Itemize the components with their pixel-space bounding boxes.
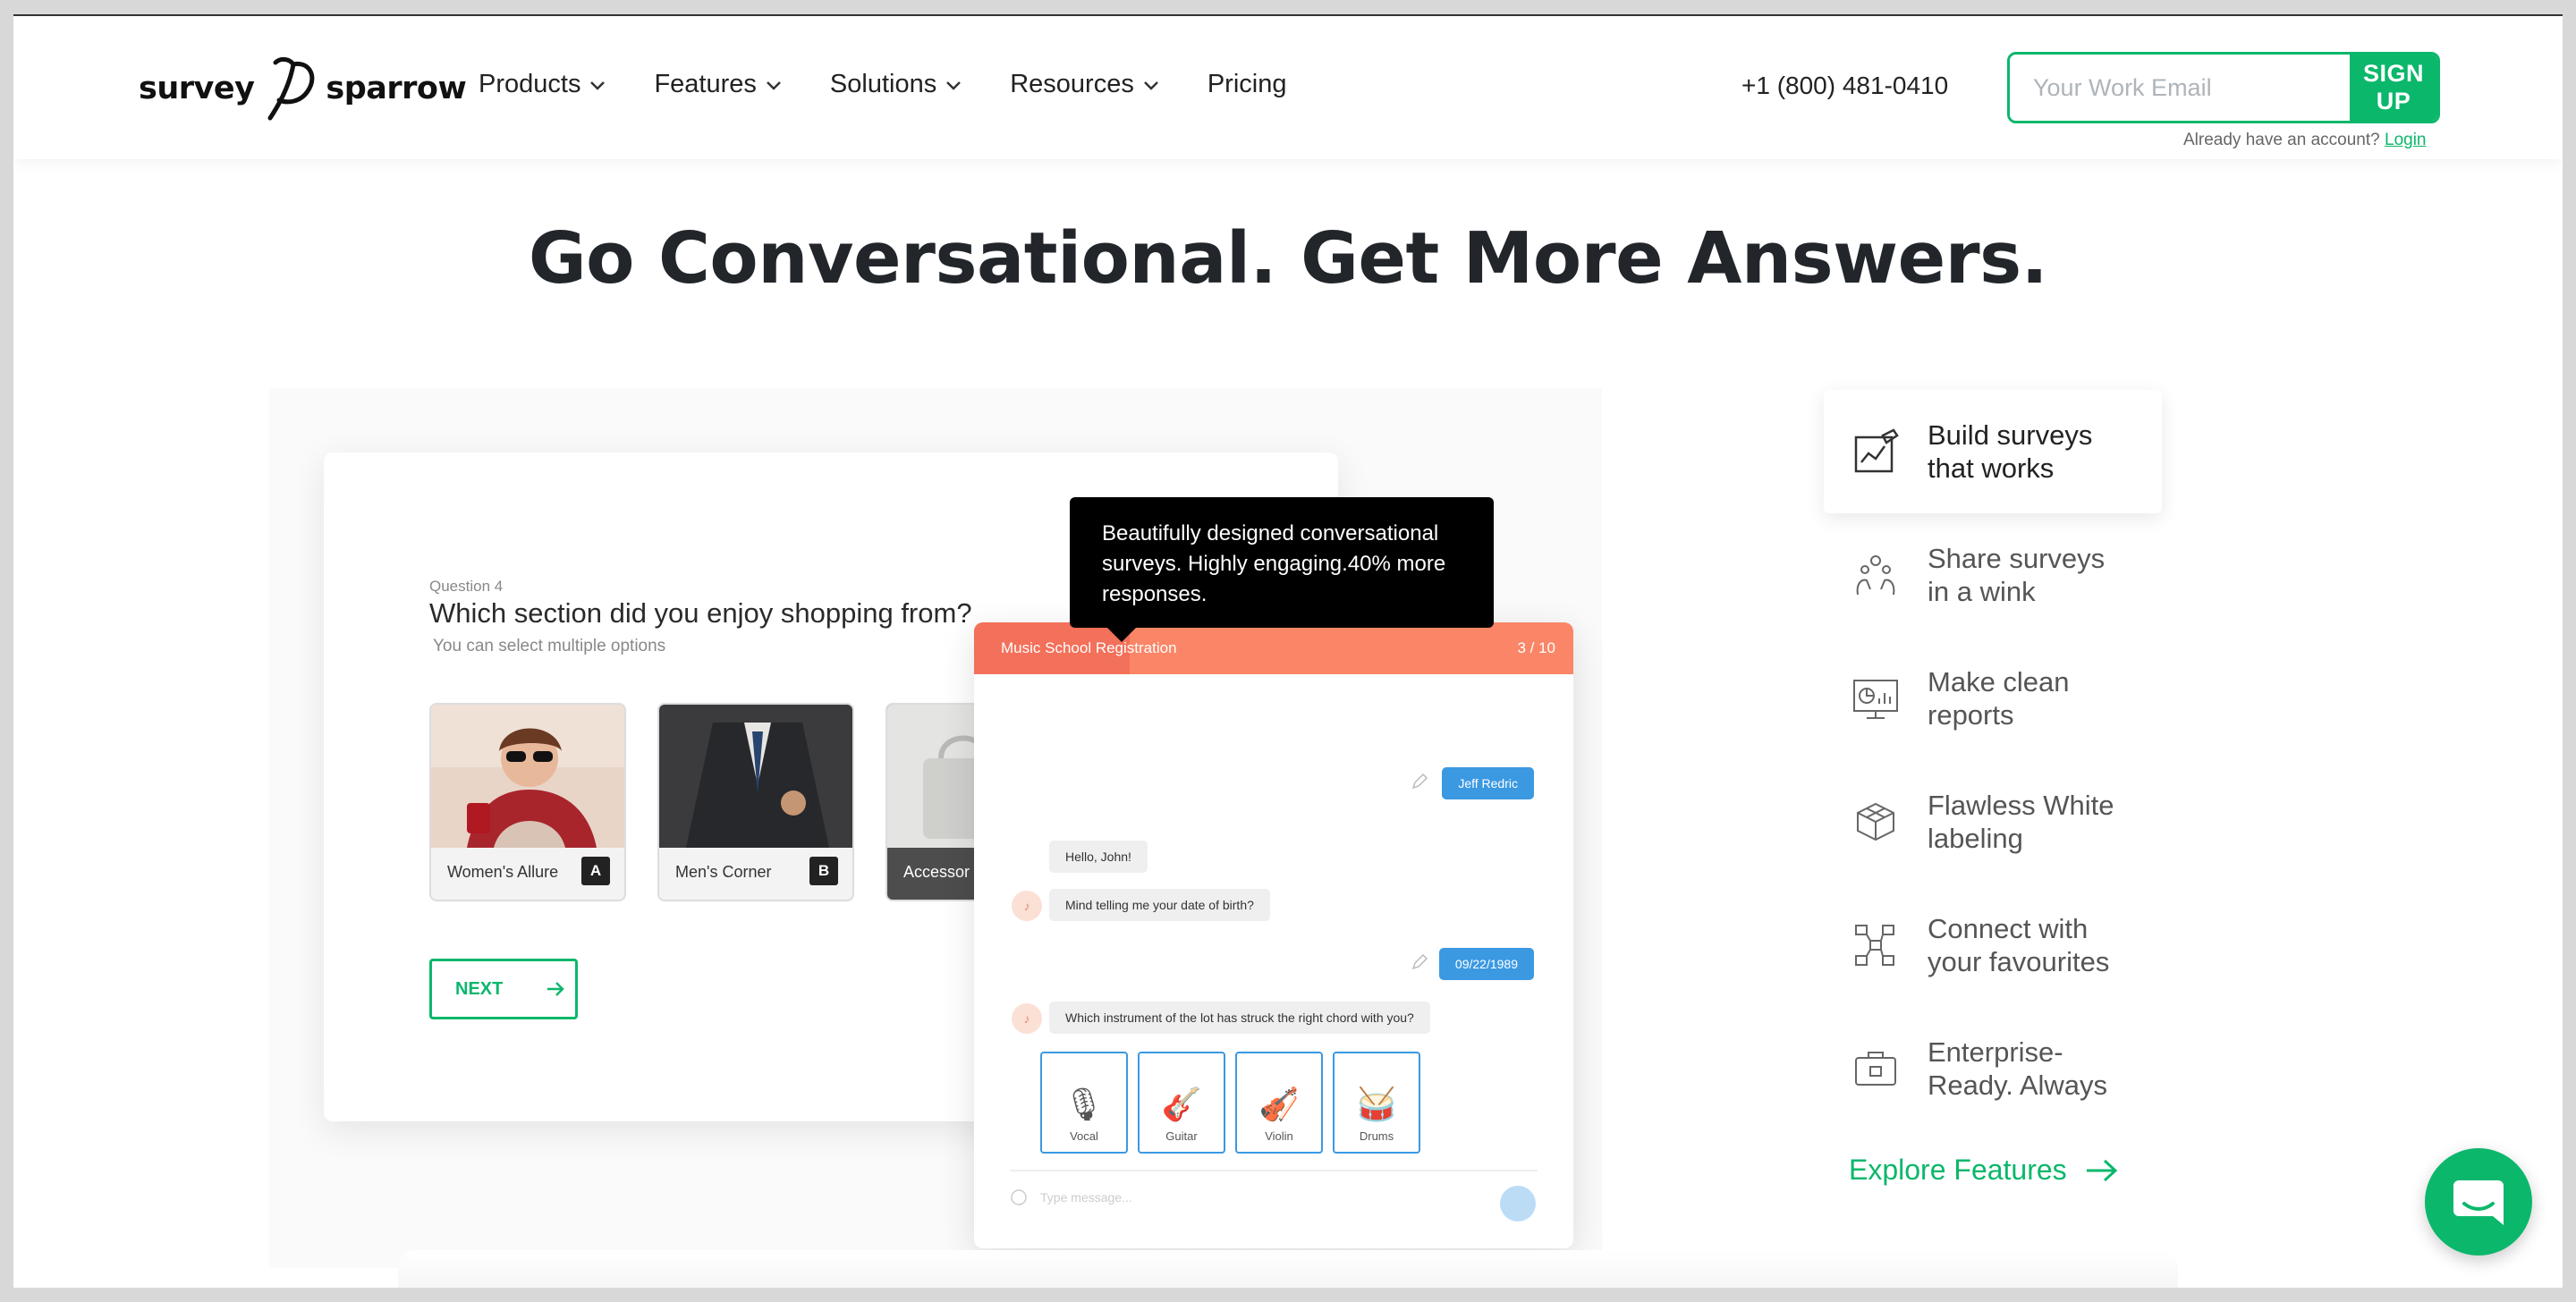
nav-resources-label: Resources [1010,70,1134,98]
violin-icon: 🎻 [1258,1086,1300,1122]
nav-solutions[interactable]: Solutions [830,70,962,99]
next-button[interactable]: NEXT [429,959,578,1019]
feature-share-surveys[interactable]: Share surveys in a wink [1824,513,2162,637]
bot-avatar-icon: ♪ [1012,891,1042,921]
emoji-icon[interactable] [1010,1188,1028,1206]
cube-icon [1857,802,1894,841]
instrument-option-drums[interactable]: 🥁 Drums [1333,1052,1420,1154]
choice-womens-allure[interactable]: Women's Allure A [429,703,626,901]
feature-label: Enterprise- Ready. Always [1928,1036,2108,1101]
chevron-down-icon [1143,80,1158,90]
choice-label: Women's Allure [447,863,559,881]
feature-label: Flawless White labeling [1928,790,2114,854]
drum-icon: 🥁 [1356,1086,1397,1122]
already-text: Already have an account? [2183,131,2380,149]
briefcase-icon [1855,1052,1896,1086]
instrument-label: Drums [1359,1129,1394,1143]
chat-message-user: 09/22/1989 [1438,948,1534,980]
men-photo [659,705,852,848]
share-icon [1856,555,1895,596]
next-section-edge [398,1250,2178,1288]
feature-label: Build surveys that works [1928,419,2093,484]
feature-build-surveys[interactable]: Build surveys that works [1824,390,2162,513]
women-photo [431,705,624,848]
feature-white-labeling[interactable]: Flawless White labeling [1824,760,2162,884]
main-menu: Products Features Solutions Resources Pr… [479,70,1287,99]
feature-label: Make clean reports [1928,666,2070,731]
instrument-option-vocal[interactable]: 🎙 Vocal [1040,1052,1128,1154]
nav-features-label: Features [654,70,757,98]
hero-title: Go Conversational. Get More Answers. [528,217,2048,300]
instrument-option-violin[interactable]: 🎻 Violin [1235,1052,1323,1154]
chat-survey-preview: Music School Registration 3 / 10 Jeff Re… [974,622,1573,1248]
chat-input-bar[interactable]: Type message... [1010,1170,1538,1223]
edit-icon[interactable] [1411,953,1428,971]
chat-header: Music School Registration 3 / 10 [974,622,1573,674]
bot-avatar-icon: ♪ [1012,1003,1042,1034]
nav-resources[interactable]: Resources [1010,70,1159,99]
report-icon [1853,680,1898,719]
login-prompt: Already have an account? Login [2183,131,2427,150]
edit-icon[interactable] [1411,773,1428,790]
feature-make-reports[interactable]: Make clean reports [1824,637,2162,760]
instrument-label: Guitar [1165,1129,1198,1143]
choice-label: Accessor [903,863,970,881]
choice-key: B [809,857,838,885]
chat-title: Music School Registration [1001,639,1177,656]
explore-label: Explore Features [1849,1154,2067,1186]
build-icon [1854,428,1899,473]
work-email-input[interactable] [2010,55,2350,121]
feature-enterprise[interactable]: Enterprise- Ready. Always [1824,1007,2162,1130]
sparrow-logo-icon [267,56,315,121]
nav-pricing-label: Pricing [1207,70,1287,98]
nav-products[interactable]: Products [479,70,606,99]
chat-input-placeholder: Type message... [1040,1190,1132,1205]
chat-icon [2453,1180,2504,1225]
phone-number[interactable]: +1 (800) 481-0410 [1741,72,1948,100]
arrow-right-icon [547,982,565,996]
live-chat-button[interactable] [2425,1148,2532,1256]
send-button[interactable] [1500,1186,1536,1222]
feature-tooltip: Beautifully designed conversational surv… [1070,497,1494,642]
nav-features[interactable]: Features [654,70,781,99]
instrument-label: Vocal [1070,1129,1098,1143]
chat-message-bot: Hello, John! [1049,841,1148,873]
logo-text-left: survey [139,71,255,106]
logo-text-right: sparrow [326,71,467,106]
chat-message-bot: Which instrument of the lot has struck t… [1049,1002,1430,1034]
chat-message-user: Jeff Redric [1442,767,1534,799]
explore-features-link[interactable]: Explore Features [1849,1154,2119,1187]
chat-message-bot: Mind telling me your date of birth? [1049,889,1270,921]
top-navbar: survey sparrow Products Features Solutio… [13,16,2563,159]
microphone-icon: 🎙 [1063,1086,1105,1122]
integration-icon [1855,925,1894,966]
question-title: Which section did you enjoy shopping fro… [429,597,972,629]
feature-integrations[interactable]: Connect with your favourites [1824,884,2162,1007]
question-number: Question 4 [429,578,504,595]
login-link[interactable]: Login [2385,131,2427,149]
nav-pricing[interactable]: Pricing [1208,70,1287,99]
chat-progress: 3 / 10 [1517,639,1555,656]
chevron-down-icon [590,80,606,90]
logo[interactable]: survey sparrow [139,48,467,129]
feature-label: Connect with your favourites [1928,913,2110,977]
instrument-label: Violin [1265,1129,1293,1143]
page: survey sparrow Products Features Solutio… [13,14,2563,1288]
next-label: NEXT [455,978,504,999]
nav-solutions-label: Solutions [829,70,937,98]
instrument-option-guitar[interactable]: 🎸 Guitar [1138,1052,1225,1154]
guitar-icon: 🎸 [1161,1086,1202,1122]
question-subtext: You can select multiple options [433,637,666,655]
arrow-right-icon [2086,1159,2117,1181]
choice-key: A [581,857,610,885]
chevron-down-icon [767,80,781,90]
chevron-down-icon [946,80,962,90]
signup-button[interactable]: SIGN UP [2350,55,2437,121]
feature-label: Share surveys in a wink [1928,543,2106,607]
choice-label: Men's Corner [675,863,772,881]
signup-form: SIGN UP [2007,52,2440,123]
choice-mens-corner[interactable]: Men's Corner B [657,703,854,901]
nav-products-label: Products [479,70,581,98]
